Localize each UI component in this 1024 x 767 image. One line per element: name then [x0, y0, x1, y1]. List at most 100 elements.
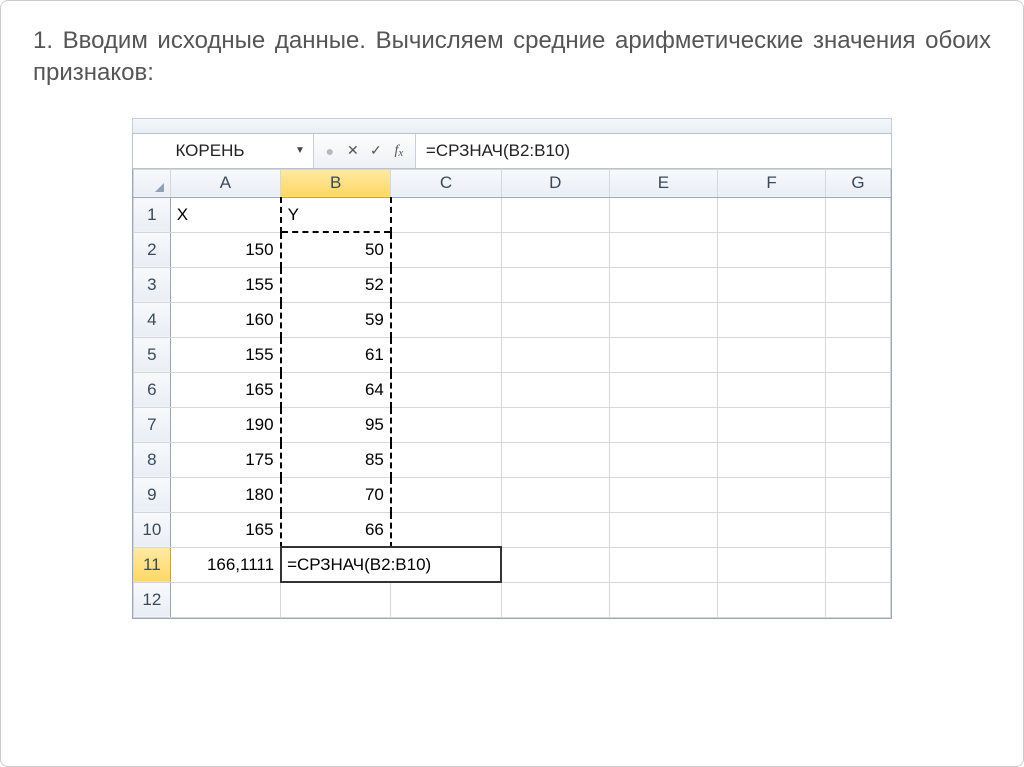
cell[interactable]	[826, 442, 891, 477]
cell[interactable]	[501, 547, 609, 582]
cell[interactable]: 165	[170, 372, 280, 407]
cell[interactable]	[501, 267, 609, 302]
cancel-icon[interactable]: ✕	[343, 141, 363, 161]
select-all-corner[interactable]	[134, 169, 171, 197]
row-header[interactable]: 7	[134, 407, 171, 442]
cell[interactable]	[501, 582, 609, 617]
cell[interactable]: 166,1111	[170, 547, 280, 582]
cell[interactable]: 150	[170, 232, 280, 267]
cell[interactable]	[717, 232, 825, 267]
cell[interactable]	[609, 582, 717, 617]
name-box-dropdown-icon[interactable]: ▼	[287, 145, 313, 156]
spreadsheet-table[interactable]: A B C D E F G 1 X Y	[133, 169, 891, 618]
cell[interactable]	[826, 372, 891, 407]
cell[interactable]: Y	[281, 197, 391, 232]
cell[interactable]	[717, 267, 825, 302]
cell[interactable]: 175	[170, 442, 280, 477]
cell[interactable]: 160	[170, 302, 280, 337]
cell[interactable]	[609, 512, 717, 547]
cell[interactable]	[391, 337, 501, 372]
cell[interactable]: 61	[281, 337, 391, 372]
cell[interactable]: 70	[281, 477, 391, 512]
row-header[interactable]: 8	[134, 442, 171, 477]
cell[interactable]	[717, 407, 825, 442]
row-header[interactable]: 10	[134, 512, 171, 547]
cell[interactable]	[717, 477, 825, 512]
cell[interactable]	[391, 477, 501, 512]
cell[interactable]	[501, 232, 609, 267]
row-header[interactable]: 5	[134, 337, 171, 372]
cell[interactable]	[717, 372, 825, 407]
cell[interactable]	[826, 407, 891, 442]
cell[interactable]	[717, 302, 825, 337]
cell[interactable]	[501, 512, 609, 547]
cell[interactable]	[391, 372, 501, 407]
cell[interactable]: 155	[170, 267, 280, 302]
cell[interactable]	[826, 477, 891, 512]
cell[interactable]: 190	[170, 407, 280, 442]
cell[interactable]	[609, 547, 717, 582]
cell[interactable]	[501, 197, 609, 232]
cell[interactable]	[501, 372, 609, 407]
cell[interactable]: 180	[170, 477, 280, 512]
cell[interactable]: 59	[281, 302, 391, 337]
cell[interactable]	[717, 582, 825, 617]
cell[interactable]	[826, 232, 891, 267]
col-header-B[interactable]: B	[281, 169, 391, 197]
cell[interactable]	[391, 232, 501, 267]
editing-cell[interactable]: =СРЗНАЧ(B2:B10)	[281, 547, 502, 582]
row-header[interactable]: 11	[134, 547, 171, 582]
cell[interactable]	[609, 267, 717, 302]
col-header-A[interactable]: A	[170, 169, 280, 197]
cell[interactable]	[609, 337, 717, 372]
row-header[interactable]: 12	[134, 582, 171, 617]
cell[interactable]	[717, 337, 825, 372]
cell[interactable]	[717, 197, 825, 232]
cell[interactable]	[609, 232, 717, 267]
col-header-E[interactable]: E	[609, 169, 717, 197]
cell[interactable]	[826, 512, 891, 547]
cell[interactable]	[391, 267, 501, 302]
col-header-C[interactable]: C	[391, 169, 501, 197]
enter-icon[interactable]: ✓	[366, 141, 386, 161]
row-header[interactable]: 6	[134, 372, 171, 407]
row-header[interactable]: 9	[134, 477, 171, 512]
cell[interactable]	[717, 442, 825, 477]
cell[interactable]	[609, 477, 717, 512]
fx-icon[interactable]: fx	[389, 141, 409, 161]
cell[interactable]	[609, 407, 717, 442]
row-header[interactable]: 3	[134, 267, 171, 302]
cell[interactable]	[170, 582, 280, 617]
cell[interactable]: 64	[281, 372, 391, 407]
cell[interactable]	[391, 197, 501, 232]
cell[interactable]	[717, 512, 825, 547]
cell[interactable]: 95	[281, 407, 391, 442]
cell[interactable]	[826, 267, 891, 302]
cell[interactable]	[826, 302, 891, 337]
cell[interactable]	[281, 582, 391, 617]
cell[interactable]	[717, 547, 825, 582]
cell[interactable]	[501, 477, 609, 512]
cell[interactable]	[826, 547, 891, 582]
cell[interactable]	[501, 302, 609, 337]
cell[interactable]	[501, 337, 609, 372]
cell[interactable]	[501, 442, 609, 477]
cell[interactable]	[391, 582, 501, 617]
col-header-F[interactable]: F	[717, 169, 825, 197]
row-header[interactable]: 2	[134, 232, 171, 267]
cell[interactable]: X	[170, 197, 280, 232]
cell[interactable]	[609, 302, 717, 337]
cell[interactable]: 155	[170, 337, 280, 372]
row-header[interactable]: 1	[134, 197, 171, 232]
cell[interactable]	[391, 442, 501, 477]
cell[interactable]	[609, 442, 717, 477]
cell[interactable]	[609, 372, 717, 407]
cell[interactable]	[391, 512, 501, 547]
col-header-G[interactable]: G	[826, 169, 891, 197]
cell[interactable]: 50	[281, 232, 391, 267]
formula-input[interactable]	[416, 134, 891, 168]
col-header-D[interactable]: D	[501, 169, 609, 197]
cell[interactable]	[826, 582, 891, 617]
cell[interactable]	[826, 337, 891, 372]
cell[interactable]	[826, 197, 891, 232]
